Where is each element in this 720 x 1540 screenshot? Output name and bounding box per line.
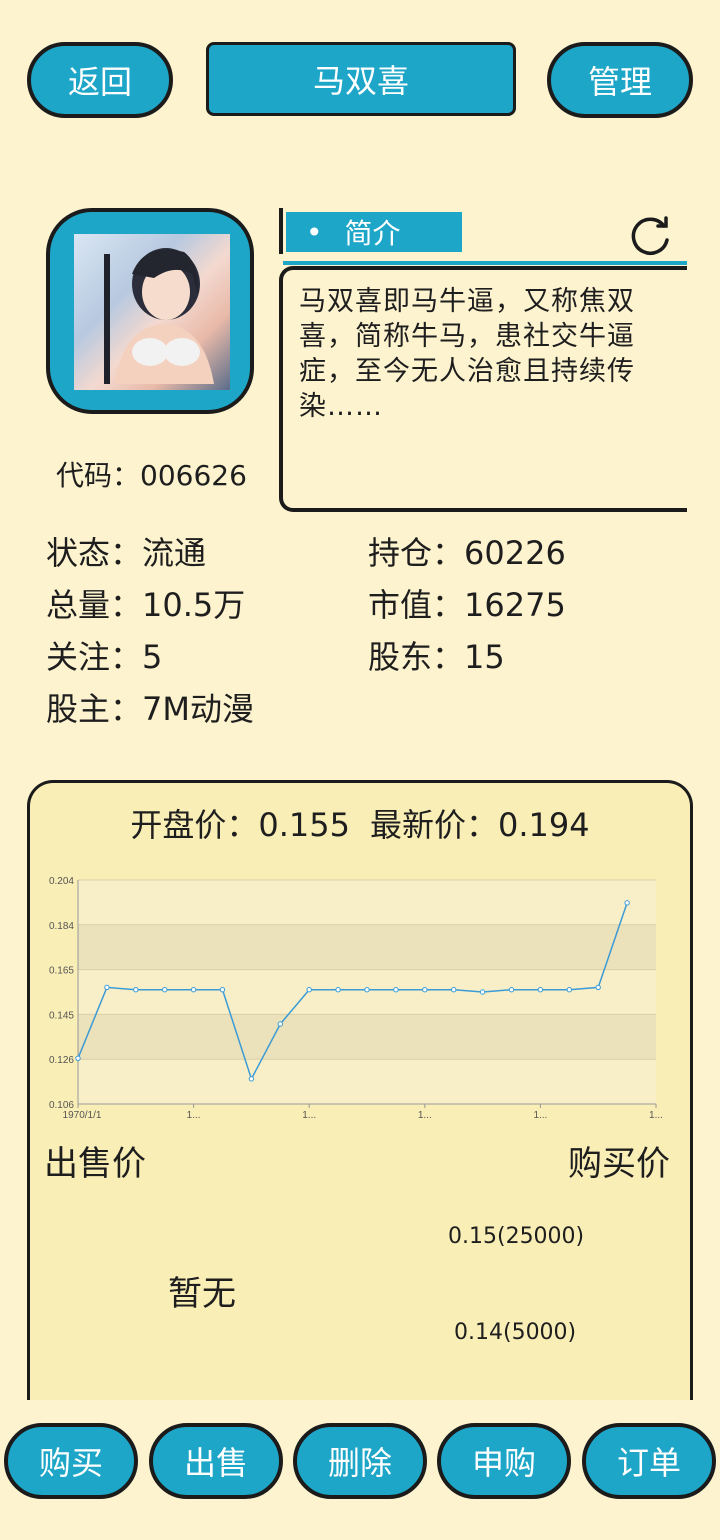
avatar-frame (46, 208, 254, 414)
price-point (451, 987, 457, 993)
total-row: 总量：10.5万 (46, 580, 245, 626)
page-title: 马双喜 (206, 42, 516, 116)
stock-code: 代码：006626 (56, 454, 247, 494)
x-tick-label: 1... (418, 1110, 432, 1121)
price-point (248, 1076, 255, 1082)
open-price-value: 0.155 (258, 806, 350, 844)
intro-divider (279, 208, 283, 254)
holding-value: 60226 (464, 534, 566, 572)
y-tick-label: 0.126 (49, 1055, 74, 1066)
price-point (306, 987, 312, 993)
price-point (219, 987, 226, 993)
y-tick-label: 0.165 (49, 966, 74, 977)
intro-text: 马双喜即马牛逼，又称焦双喜，简称牛马，患社交牛逼症，至今无人治愈且持续传染…… (299, 286, 635, 422)
market-value-row: 市值：16275 (368, 580, 566, 626)
price-point (595, 984, 601, 991)
price-chart: 0.2040.1840.1650.1450.1260.106 1970/1/1 1… (49, 876, 663, 1121)
latest-price-value: 0.194 (498, 806, 590, 844)
sell-button[interactable]: 出售 (149, 1423, 283, 1499)
intro-tag-label: 简介 (344, 217, 401, 250)
y-tick-label: 0.184 (49, 921, 74, 932)
code-value: 006626 (140, 459, 247, 492)
price-point (393, 987, 399, 993)
x-tick-label: 1970/1/1 (63, 1110, 102, 1121)
price-point (75, 1055, 81, 1061)
price-point (190, 987, 197, 993)
delete-button[interactable]: 删除 (293, 1423, 427, 1499)
chart-band (78, 880, 656, 925)
buy-order-2[interactable]: 0.14(5000) (454, 1320, 576, 1345)
shareholders-value: 15 (464, 638, 505, 676)
intro-accent-line (283, 261, 687, 265)
follow-row: 关注：5 (46, 632, 162, 678)
y-tick-label: 0.145 (49, 1010, 74, 1021)
holding-label: 持仓： (368, 534, 465, 572)
subscribe-button[interactable]: 申购 (437, 1423, 571, 1499)
manage-button[interactable]: 管理 (547, 42, 693, 118)
buy-price-label: 购买价 (568, 1144, 670, 1184)
code-label: 代码： (56, 459, 141, 492)
open-price-label: 开盘价： (130, 806, 259, 844)
latest-price-label: 最新价： (370, 806, 499, 844)
intro-tag: • 简介 (286, 212, 462, 252)
price-point (162, 987, 168, 993)
total-value: 10.5万 (142, 586, 246, 624)
x-tick-label: 1... (187, 1110, 201, 1121)
price-point (104, 984, 110, 991)
owner-row: 股主：7M动漫 (46, 684, 254, 730)
status-value: 流通 (142, 534, 207, 572)
intro-bullet: • (306, 215, 323, 249)
price-point (422, 987, 428, 993)
buy-order-1[interactable]: 0.15(25000) (448, 1224, 584, 1249)
price-point (277, 1021, 284, 1027)
price-point (335, 987, 341, 993)
refresh-icon[interactable] (626, 214, 674, 262)
total-label: 总量： (46, 586, 143, 624)
chart-y-ticks: 0.2040.1840.1650.1450.1260.106 (49, 876, 74, 1111)
status-row: 状态：流通 (46, 528, 206, 574)
owner-label: 股主： (46, 690, 143, 728)
shareholders-row: 股东：15 (368, 632, 505, 678)
market-value-label: 市值： (368, 586, 465, 624)
chart-band (78, 1014, 656, 1060)
holding-row: 持仓：60226 (368, 528, 566, 574)
price-point (624, 900, 630, 906)
y-tick-label: 0.204 (49, 876, 74, 887)
follow-value: 5 (142, 638, 163, 676)
status-label: 状态： (46, 534, 143, 572)
chart-band (78, 924, 656, 970)
avatar (74, 234, 230, 390)
shareholders-label: 股东： (368, 638, 465, 676)
price-point (133, 987, 139, 993)
price-point (479, 989, 486, 995)
x-tick-label: 1... (533, 1110, 547, 1121)
buy-button[interactable]: 购买 (4, 1423, 138, 1499)
owner-value: 7M动漫 (142, 690, 254, 728)
chart-band (78, 1059, 656, 1104)
back-button[interactable]: 返回 (27, 42, 173, 118)
price-point (364, 987, 370, 993)
orders-button[interactable]: 订单 (582, 1423, 716, 1499)
intro-text-box: 马双喜即马牛逼，又称焦双喜，简称牛马，患社交牛逼症，至今无人治愈且持续传染…… (279, 266, 687, 512)
price-point (508, 987, 515, 993)
sell-empty: 暂无 (168, 1274, 236, 1314)
x-tick-label: 1... (649, 1110, 663, 1121)
x-tick-label: 1... (302, 1110, 316, 1121)
price-point (566, 987, 572, 993)
market-value: 16275 (464, 586, 566, 624)
sell-price-label: 出售价 (44, 1144, 146, 1184)
follow-label: 关注： (46, 638, 143, 676)
price-summary: 开盘价：0.155 最新价：0.194 (27, 800, 693, 846)
price-point (537, 987, 544, 993)
chart-x-ticks: 1970/1/1 1... 1... 1... 1... 1... (63, 1104, 663, 1121)
